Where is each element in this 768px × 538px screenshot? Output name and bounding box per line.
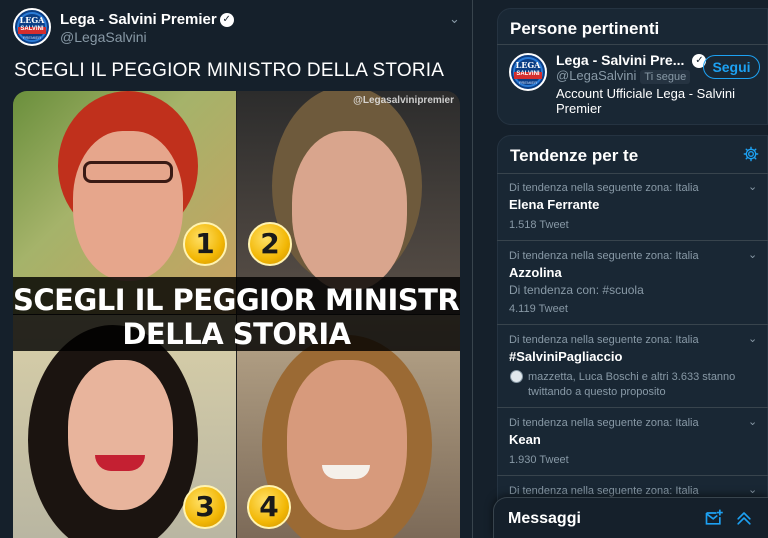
settings-gear-icon[interactable]	[743, 146, 759, 162]
tweet-media-image[interactable]: @Legasalvinipremier SCEGLI IL PEGGIOR MI…	[13, 91, 460, 538]
messages-title[interactable]: Messaggi	[508, 510, 581, 528]
avatar-logo-text-top: LEGA	[19, 15, 45, 25]
trend-name[interactable]: Kean	[509, 432, 541, 447]
smile-shape	[322, 465, 370, 479]
number-badge-3: 3	[183, 485, 227, 529]
tweet-menu-chevron-icon[interactable]: ⌄	[449, 11, 460, 27]
follows-you-badge: Ti segue	[640, 69, 691, 84]
expand-up-icon[interactable]	[734, 508, 754, 528]
face-shape	[73, 131, 183, 281]
divider	[497, 324, 768, 325]
trend-chevron-icon[interactable]: ⌄	[748, 483, 757, 496]
divider	[497, 475, 768, 476]
face-shape	[68, 360, 173, 510]
image-banner: SCEGLI IL PEGGIOR MINISTRO DELLA STORIA	[13, 277, 460, 351]
trend-count: 4.119 Tweet	[509, 303, 568, 315]
trend-count: 1.930 Tweet	[509, 454, 569, 466]
divider	[497, 407, 768, 408]
author-handle[interactable]: @LegaSalvini	[60, 29, 147, 45]
people-name[interactable]: Lega - Salvini Pre...	[556, 52, 684, 68]
image-watermark: @Legasalvinipremier	[353, 95, 454, 106]
trend-extra: Di tendenza con: #scuola	[509, 283, 644, 297]
avatar-logo-text-middle: SALVINI	[20, 26, 44, 32]
author-name-row[interactable]: Lega - Salvini Premier ✓	[60, 11, 234, 28]
trend-chevron-icon[interactable]: ⌄	[748, 332, 757, 345]
trend-context: Di tendenza nella seguente zona: Italia	[509, 417, 699, 429]
avatar-logo-text-bottom: PREMIER	[22, 35, 42, 40]
trend-chevron-icon[interactable]: ⌄	[748, 248, 757, 261]
people-handle[interactable]: @LegaSalvini	[556, 68, 636, 83]
tweet-text: SCEGLI IL PEGGIOR MINISTRO DELLA STORIA	[14, 60, 445, 81]
trend-context: Di tendenza nella seguente zona: Italia	[509, 485, 699, 497]
glasses-shape	[83, 161, 173, 183]
messages-drawer[interactable]: Messaggi	[493, 497, 768, 538]
divider	[497, 44, 768, 45]
people-bio: Account Ufficiale Lega - Salvini Premier	[556, 86, 735, 116]
divider	[497, 240, 768, 241]
verified-badge-icon: ✓	[219, 13, 234, 28]
trends-title: Tendenze per te	[510, 146, 639, 165]
avatar-logo-text-middle: SALVINI	[516, 71, 540, 77]
participant-avatar	[510, 370, 523, 383]
trend-name[interactable]: Azzolina	[509, 265, 562, 280]
people-avatar[interactable]: LEGA SALVINI PREMIER	[509, 53, 547, 91]
number-badge-1: 1	[183, 222, 227, 266]
avatar-logo-text-top: LEGA	[515, 60, 541, 70]
trend-context: Di tendenza nella seguente zona: Italia	[509, 182, 699, 194]
trend-context: Di tendenza nella seguente zona: Italia	[509, 334, 699, 346]
divider	[497, 173, 768, 174]
face-shape	[287, 360, 407, 530]
trend-name[interactable]: Elena Ferrante	[509, 197, 599, 212]
tweet-column: LEGA SALVINI PREMIER Lega - Salvini Prem…	[0, 0, 473, 538]
trend-people: mazzetta, Luca Boschi e altri 3.633 stan…	[528, 371, 736, 398]
relevant-people-title: Persone pertinenti	[510, 19, 660, 38]
people-handle-row: @LegaSalvini Ti segue	[556, 68, 691, 84]
trend-count: 1.518 Tweet	[509, 219, 569, 231]
banner-line-1: SCEGLI IL PEGGIOR MINISTRO	[13, 283, 460, 317]
number-badge-4: 4	[247, 485, 291, 529]
author-name[interactable]: Lega - Salvini Premier	[60, 11, 217, 28]
people-name-row[interactable]: Lega - Salvini Pre... ✓	[556, 52, 707, 69]
avatar-logo-text-bottom: PREMIER	[518, 80, 538, 85]
trend-context: Di tendenza nella seguente zona: Italia	[509, 250, 699, 262]
author-avatar[interactable]: LEGA SALVINI PREMIER	[13, 8, 51, 46]
trend-chevron-icon[interactable]: ⌄	[748, 180, 757, 193]
new-message-icon[interactable]	[704, 508, 724, 528]
trend-chevron-icon[interactable]: ⌄	[748, 415, 757, 428]
number-badge-2: 2	[248, 222, 292, 266]
follow-button[interactable]: Segui	[703, 55, 760, 79]
banner-line-2: DELLA STORIA	[122, 317, 351, 351]
trend-name[interactable]: #SalviniPagliaccio	[509, 349, 622, 364]
face-shape	[292, 131, 407, 291]
